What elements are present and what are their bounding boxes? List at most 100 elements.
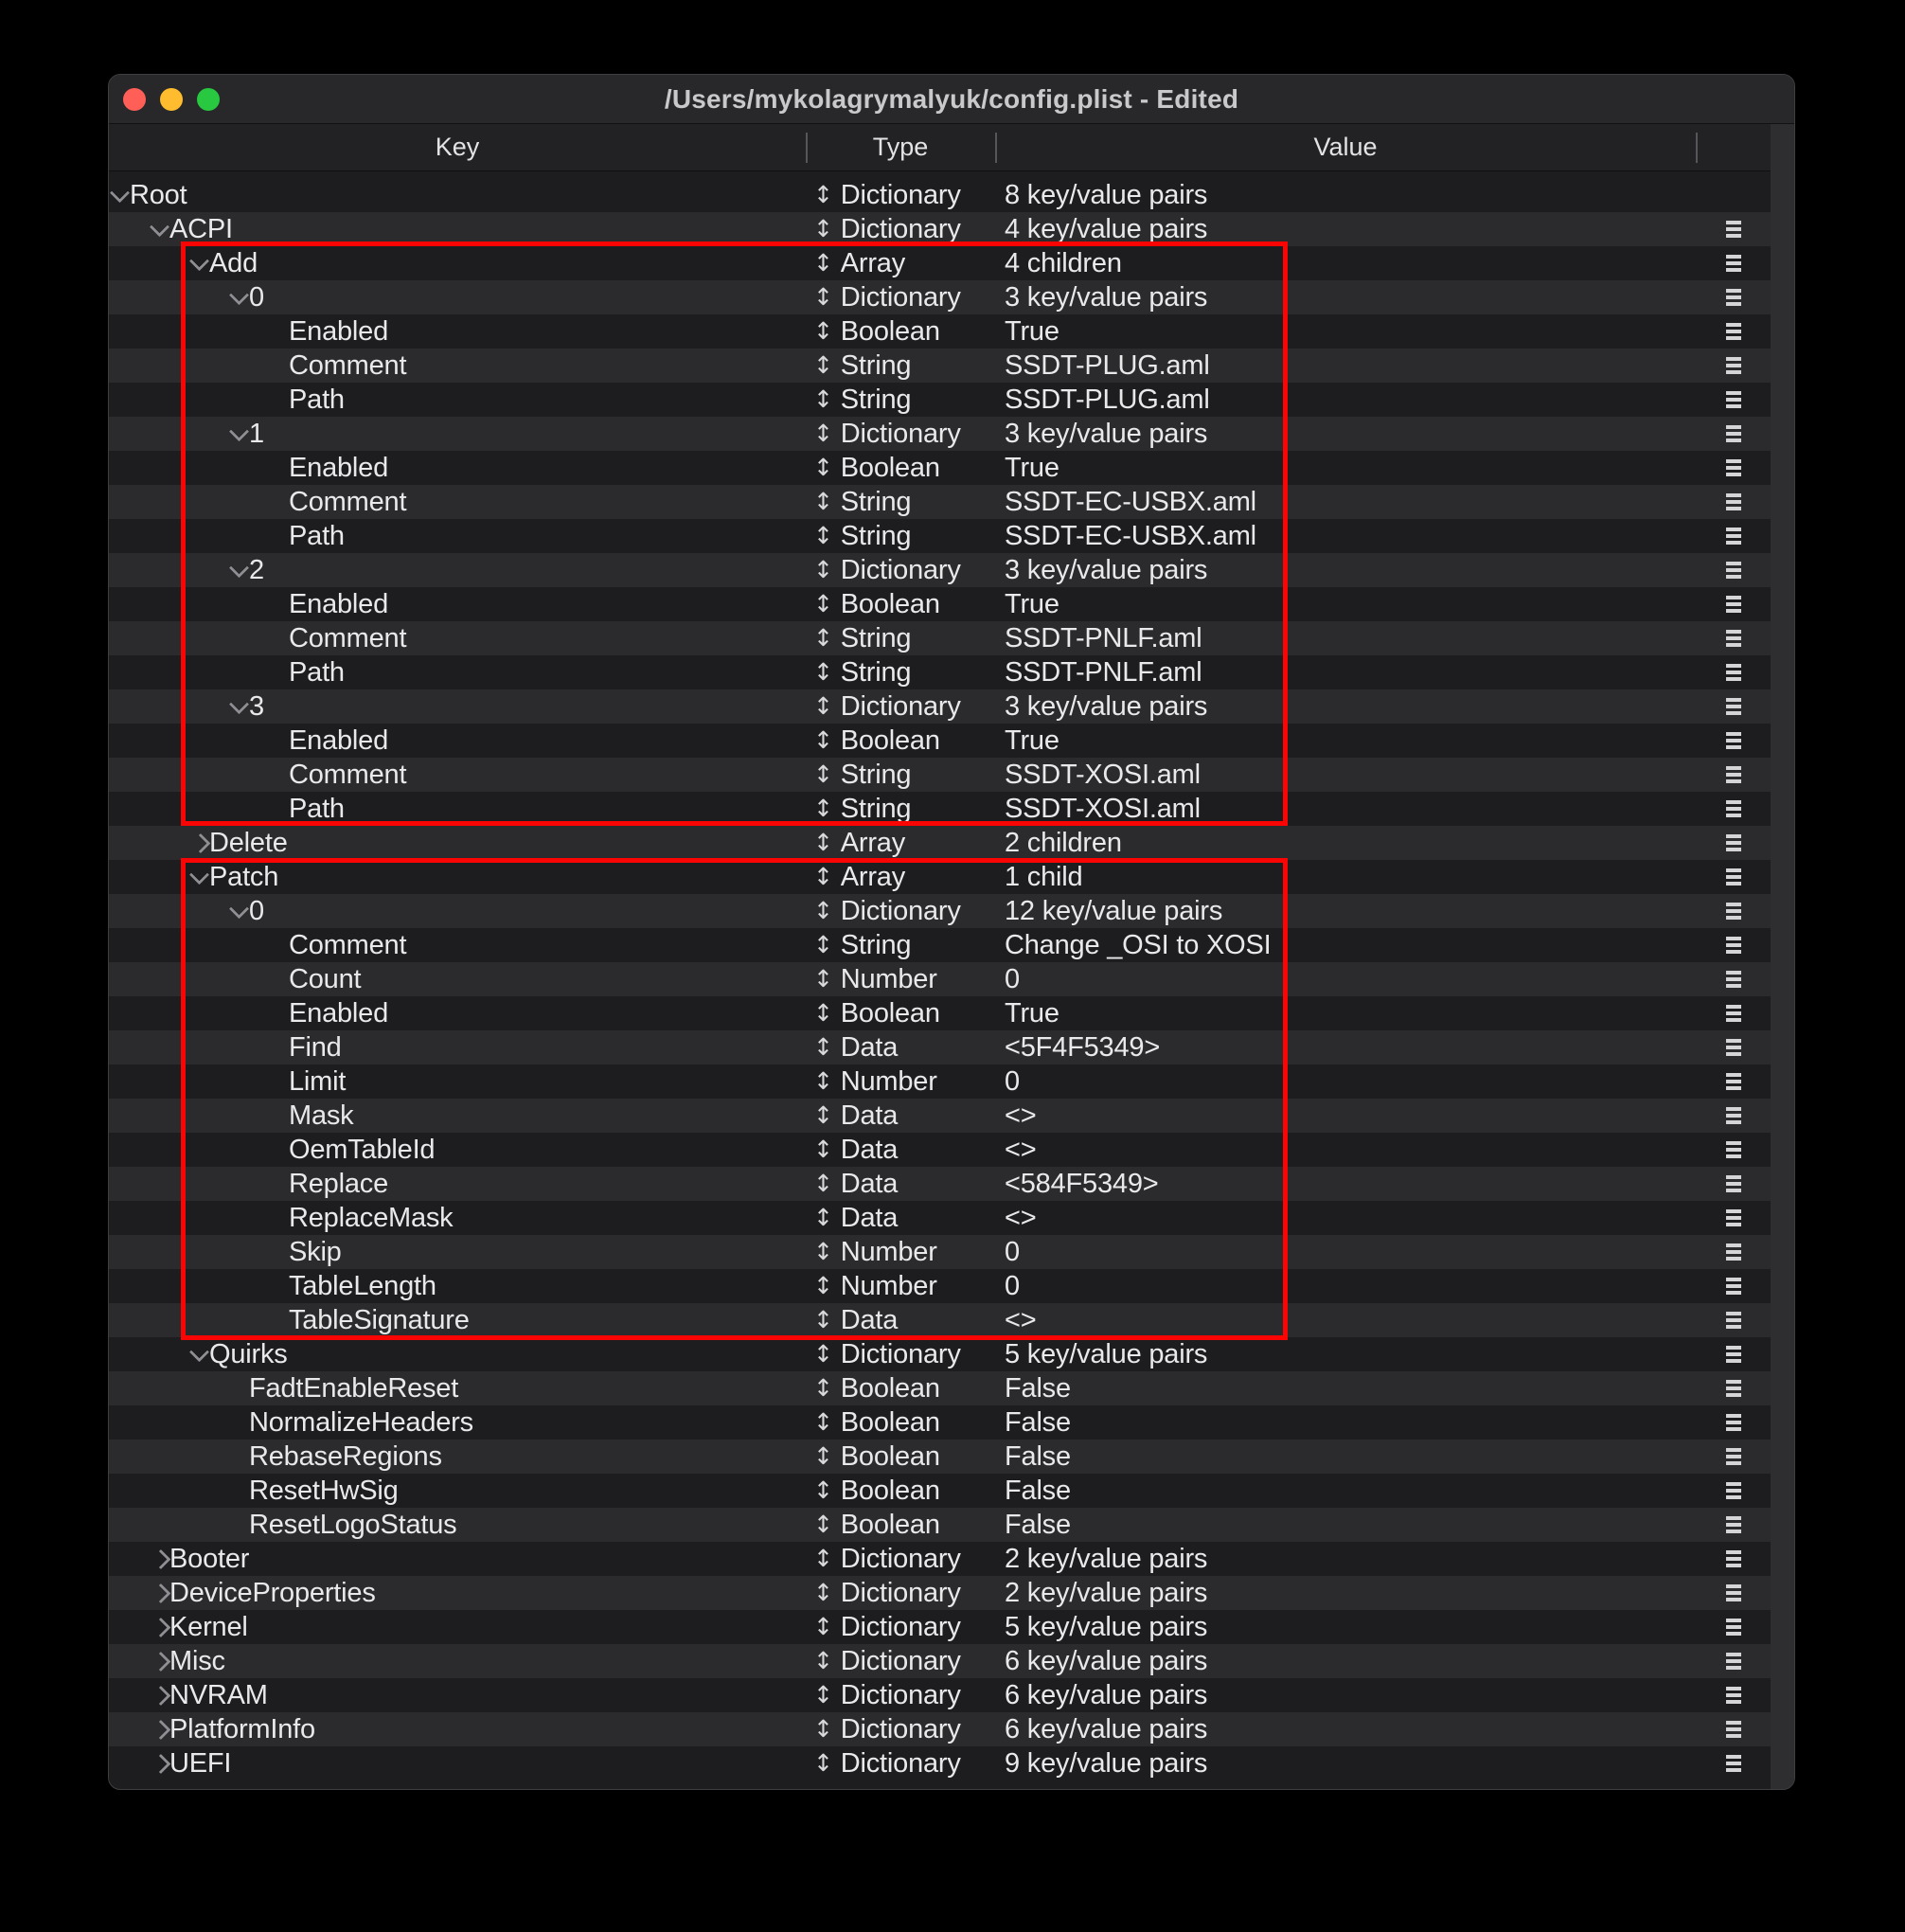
chevron-right-icon[interactable]: [151, 1685, 170, 1705]
row-type-cell[interactable]: ↕String: [806, 792, 995, 826]
disclosure-toggle[interactable]: [228, 904, 249, 919]
plist-row[interactable]: Comment↕StringChange _OSI to XOSI: [109, 928, 1771, 962]
menu-icon[interactable]: [1726, 1448, 1741, 1465]
plist-row[interactable]: Path↕StringSSDT-PNLF.aml: [109, 655, 1771, 689]
row-type-cell[interactable]: ↕Dictionary: [806, 1337, 995, 1371]
plist-row[interactable]: Booter↕Dictionary2 key/value pairs: [109, 1542, 1771, 1576]
disclosure-toggle[interactable]: [149, 1552, 169, 1566]
plist-row[interactable]: UEFI↕Dictionary9 key/value pairs: [109, 1746, 1771, 1780]
type-stepper-icon[interactable]: ↕: [813, 860, 833, 894]
row-value-cell[interactable]: 1 child: [995, 860, 1696, 894]
menu-icon[interactable]: [1726, 937, 1741, 954]
type-stepper-icon[interactable]: ↕: [813, 792, 833, 826]
window-titlebar[interactable]: /Users/mykolagrymalyuk/config.plist - Ed…: [109, 75, 1794, 124]
row-type-cell[interactable]: ↕Dictionary: [806, 417, 995, 451]
row-value-cell[interactable]: 5 key/value pairs: [995, 1610, 1696, 1644]
menu-icon[interactable]: [1726, 1584, 1741, 1601]
type-stepper-icon[interactable]: ↕: [813, 1303, 833, 1337]
row-type-cell[interactable]: ↕Dictionary: [806, 178, 995, 212]
menu-icon[interactable]: [1726, 528, 1741, 545]
type-stepper-icon[interactable]: ↕: [813, 314, 833, 349]
row-value-cell[interactable]: False: [995, 1474, 1696, 1508]
menu-icon[interactable]: [1726, 289, 1741, 306]
row-value-cell[interactable]: <>: [995, 1099, 1696, 1133]
type-stepper-icon[interactable]: ↕: [813, 1508, 833, 1542]
row-type-cell[interactable]: ↕Boolean: [806, 1440, 995, 1474]
menu-icon[interactable]: [1726, 1516, 1741, 1533]
chevron-down-icon[interactable]: [228, 285, 248, 305]
menu-icon[interactable]: [1726, 1482, 1741, 1499]
row-value-cell[interactable]: SSDT-XOSI.aml: [995, 792, 1696, 826]
chevron-down-icon[interactable]: [188, 1342, 208, 1362]
row-type-cell[interactable]: ↕Dictionary: [806, 1610, 995, 1644]
chevron-right-icon[interactable]: [151, 1548, 170, 1568]
plist-row[interactable]: Comment↕StringSSDT-XOSI.aml: [109, 758, 1771, 792]
row-type-cell[interactable]: ↕Data: [806, 1133, 995, 1167]
chevron-down-icon[interactable]: [188, 865, 208, 885]
plist-row[interactable]: Path↕StringSSDT-EC-USBX.aml: [109, 519, 1771, 553]
type-stepper-icon[interactable]: ↕: [813, 553, 833, 587]
row-value-cell[interactable]: True: [995, 451, 1696, 485]
menu-icon[interactable]: [1726, 562, 1741, 579]
plist-row[interactable]: NVRAM↕Dictionary6 key/value pairs: [109, 1678, 1771, 1712]
plist-row[interactable]: Comment↕StringSSDT-EC-USBX.aml: [109, 485, 1771, 519]
row-value-cell[interactable]: 6 key/value pairs: [995, 1644, 1696, 1678]
plist-row[interactable]: Count↕Number0: [109, 962, 1771, 996]
row-value-cell[interactable]: <>: [995, 1201, 1696, 1235]
row-value-cell[interactable]: False: [995, 1371, 1696, 1405]
row-value-cell[interactable]: False: [995, 1508, 1696, 1542]
row-type-cell[interactable]: ↕String: [806, 928, 995, 962]
type-stepper-icon[interactable]: ↕: [813, 178, 833, 212]
plist-row[interactable]: DeviceProperties↕Dictionary2 key/value p…: [109, 1576, 1771, 1610]
row-value-cell[interactable]: 0: [995, 1235, 1696, 1269]
row-value-cell[interactable]: 4 children: [995, 246, 1696, 280]
menu-icon[interactable]: [1726, 425, 1741, 442]
row-value-cell[interactable]: SSDT-EC-USBX.aml: [995, 485, 1696, 519]
column-divider[interactable]: [806, 133, 808, 163]
type-stepper-icon[interactable]: ↕: [813, 280, 833, 314]
type-stepper-icon[interactable]: ↕: [813, 1235, 833, 1269]
disclosure-toggle[interactable]: [149, 1586, 169, 1601]
row-type-cell[interactable]: ↕String: [806, 383, 995, 417]
row-value-cell[interactable]: 6 key/value pairs: [995, 1712, 1696, 1746]
row-type-cell[interactable]: ↕Dictionary: [806, 1746, 995, 1780]
plist-row[interactable]: NormalizeHeaders↕BooleanFalse: [109, 1405, 1771, 1440]
menu-icon[interactable]: [1726, 1687, 1741, 1704]
row-type-cell[interactable]: ↕String: [806, 349, 995, 383]
menu-icon[interactable]: [1726, 1414, 1741, 1431]
disclosure-toggle[interactable]: [149, 1757, 169, 1771]
row-type-cell[interactable]: ↕Dictionary: [806, 212, 995, 246]
plist-row[interactable]: Misc↕Dictionary6 key/value pairs: [109, 1644, 1771, 1678]
type-stepper-icon[interactable]: ↕: [813, 1133, 833, 1167]
disclosure-toggle[interactable]: [149, 1723, 169, 1737]
plist-row[interactable]: 3↕Dictionary3 key/value pairs: [109, 689, 1771, 724]
row-value-cell[interactable]: True: [995, 996, 1696, 1030]
row-value-cell[interactable]: SSDT-PLUG.aml: [995, 383, 1696, 417]
scrollbar-gutter[interactable]: [1771, 124, 1794, 1789]
row-value-cell[interactable]: 0: [995, 962, 1696, 996]
plist-row[interactable]: Mask↕Data<>: [109, 1099, 1771, 1133]
plist-row[interactable]: Delete↕Array2 children: [109, 826, 1771, 860]
menu-icon[interactable]: [1726, 732, 1741, 749]
menu-icon[interactable]: [1726, 1141, 1741, 1158]
disclosure-toggle[interactable]: [188, 257, 209, 271]
plist-row[interactable]: 0↕Dictionary3 key/value pairs: [109, 280, 1771, 314]
type-stepper-icon[interactable]: ↕: [813, 212, 833, 246]
type-stepper-icon[interactable]: ↕: [813, 689, 833, 724]
type-stepper-icon[interactable]: ↕: [813, 996, 833, 1030]
menu-icon[interactable]: [1726, 1107, 1741, 1124]
disclosure-toggle[interactable]: [228, 700, 249, 714]
row-value-cell[interactable]: SSDT-PNLF.aml: [995, 621, 1696, 655]
chevron-down-icon[interactable]: [228, 421, 248, 441]
type-stepper-icon[interactable]: ↕: [813, 1610, 833, 1644]
menu-icon[interactable]: [1726, 1619, 1741, 1636]
row-value-cell[interactable]: 5 key/value pairs: [995, 1337, 1696, 1371]
disclosure-toggle[interactable]: [149, 1689, 169, 1703]
plist-row[interactable]: Enabled↕BooleanTrue: [109, 996, 1771, 1030]
row-value-cell[interactable]: 0: [995, 1064, 1696, 1099]
plist-row[interactable]: ResetLogoStatus↕BooleanFalse: [109, 1508, 1771, 1542]
row-value-cell[interactable]: <>: [995, 1133, 1696, 1167]
menu-icon[interactable]: [1726, 800, 1741, 817]
row-value-cell[interactable]: 2 key/value pairs: [995, 1576, 1696, 1610]
chevron-right-icon[interactable]: [151, 1719, 170, 1739]
